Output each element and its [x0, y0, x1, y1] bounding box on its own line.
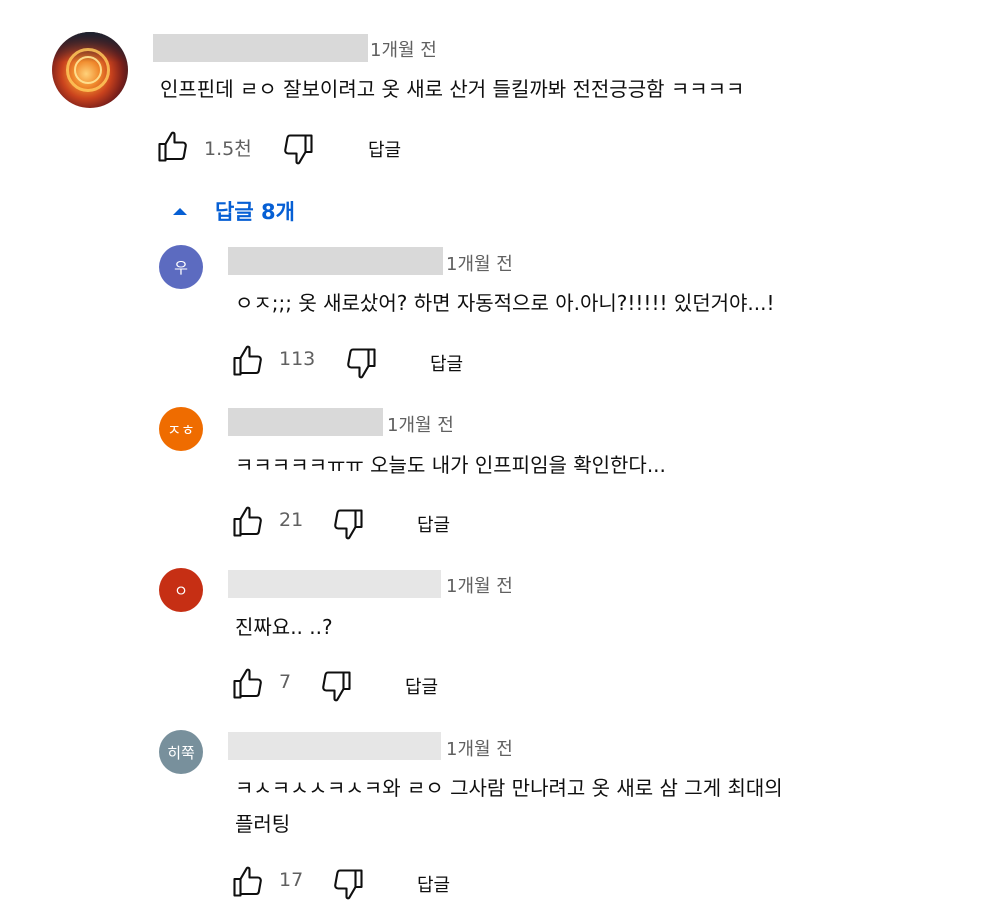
thumbs-up-icon: [233, 866, 262, 897]
reply-button[interactable]: 답글: [417, 871, 450, 897]
reply-text-line2: 플러팅: [235, 812, 291, 836]
reply-button[interactable]: 답글: [405, 673, 438, 699]
thumbs-down-icon: [334, 869, 363, 900]
reply-button[interactable]: 답글: [368, 136, 401, 162]
avatar-initial: 우: [174, 258, 188, 277]
replies-toggle[interactable]: 답글 8개: [170, 196, 295, 226]
main-comment-avatar[interactable]: [52, 32, 128, 108]
like-button[interactable]: [230, 343, 266, 379]
like-count: 17: [279, 869, 304, 891]
reply-time[interactable]: 1개월 전: [446, 572, 513, 598]
like-button[interactable]: [230, 666, 266, 702]
dislike-button[interactable]: [318, 668, 354, 704]
main-comment-author-redacted[interactable]: [153, 34, 368, 62]
avatar-initial: ㅈㅎ: [167, 420, 195, 439]
thumbs-up-icon: [233, 345, 262, 376]
reply-time[interactable]: 1개월 전: [446, 735, 513, 761]
thumbs-up-icon: [158, 131, 187, 162]
dislike-button[interactable]: [330, 866, 366, 902]
like-count: 7: [279, 671, 292, 693]
reply-text: ㅇㅈ;;; 옷 새로샀어? 하면 자동적으로 아.아니?!!!!! 있던거야..…: [235, 291, 775, 315]
reply-avatar[interactable]: 우: [159, 245, 203, 289]
like-count: 1.5천: [204, 138, 252, 160]
thumbs-up-icon: [233, 668, 262, 699]
avatar-initial: ㅇ: [174, 581, 188, 600]
reply-author-redacted[interactable]: [228, 732, 441, 760]
reply-avatar[interactable]: ㅈㅎ: [159, 407, 203, 451]
reply-avatar[interactable]: ㅇ: [159, 568, 203, 612]
reply-author-redacted[interactable]: [228, 247, 443, 275]
like-button[interactable]: [230, 864, 266, 900]
thumbs-down-icon: [347, 348, 376, 379]
reply-button[interactable]: 답글: [430, 350, 463, 376]
reply-text: 진짜요.. ..?: [235, 615, 333, 639]
replies-toggle-label: 답글 8개: [215, 200, 295, 224]
main-comment-time[interactable]: 1개월 전: [370, 36, 437, 62]
like-count: 113: [279, 348, 316, 370]
reply-time[interactable]: 1개월 전: [387, 411, 454, 437]
dislike-button[interactable]: [343, 345, 379, 381]
thumbs-down-icon: [284, 134, 313, 165]
reply-avatar[interactable]: 히쭉: [159, 730, 203, 774]
like-button[interactable]: [155, 129, 191, 165]
dislike-button[interactable]: [330, 506, 366, 542]
reply-author-redacted[interactable]: [228, 570, 441, 598]
reply-text: ㅋㅋㅋㅋㅋㅠㅠ 오늘도 내가 인프피임을 확인한다...: [235, 453, 666, 477]
like-count: 21: [279, 509, 304, 531]
like-button[interactable]: [230, 504, 266, 540]
main-comment-text: 인프핀데 ㄹㅇ 잘보이려고 옷 새로 산거 들킬까봐 전전긍긍함 ㅋㅋㅋㅋ: [160, 77, 745, 101]
thumbs-down-icon: [322, 671, 351, 702]
reply-author-redacted[interactable]: [228, 408, 383, 436]
thumbs-down-icon: [334, 509, 363, 540]
dislike-button[interactable]: [280, 131, 316, 167]
avatar-initial: 히쭉: [167, 743, 195, 762]
reply-text-line1: ㅋㅅㅋㅅㅅㅋㅅㅋ와 ㄹㅇ 그사람 만나려고 옷 새로 삼 그게 최대의: [235, 776, 783, 800]
thumbs-up-icon: [233, 506, 262, 537]
reply-time[interactable]: 1개월 전: [446, 250, 513, 276]
reply-button[interactable]: 답글: [417, 511, 450, 537]
triangle-up-icon: [173, 208, 187, 215]
